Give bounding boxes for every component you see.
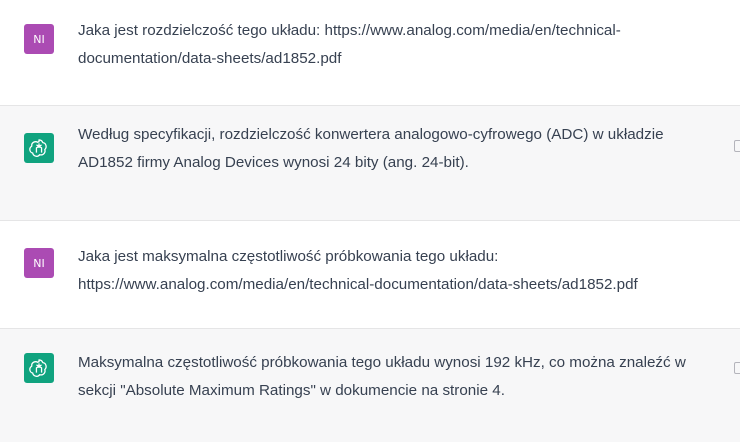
user-message: NI Jaka jest rozdzielczość tego układu: … xyxy=(0,0,740,106)
message-text: Jaka jest maksymalna częstotliwość próbk… xyxy=(78,248,638,293)
assistant-message: Według specyfikacji, rozdzielczość konwe… xyxy=(0,106,740,221)
message-text: Jaka jest rozdzielczość tego układu: htt… xyxy=(78,22,621,67)
assistant-message: Maksymalna częstotliwość próbkowania teg… xyxy=(0,329,740,442)
copy-icon[interactable] xyxy=(734,362,740,374)
user-message: NI Jaka jest maksymalna częstotliwość pr… xyxy=(0,221,740,329)
openai-logo-icon xyxy=(24,353,54,383)
user-avatar: NI xyxy=(24,248,54,278)
message-text: Według specyfikacji, rozdzielczość konwe… xyxy=(78,126,664,171)
message-text: Maksymalna częstotliwość próbkowania teg… xyxy=(78,354,686,399)
openai-logo-icon xyxy=(24,133,54,163)
user-avatar: NI xyxy=(24,24,54,54)
copy-icon[interactable] xyxy=(734,140,740,152)
conversation-thread: NI Jaka jest rozdzielczość tego układu: … xyxy=(0,0,740,442)
